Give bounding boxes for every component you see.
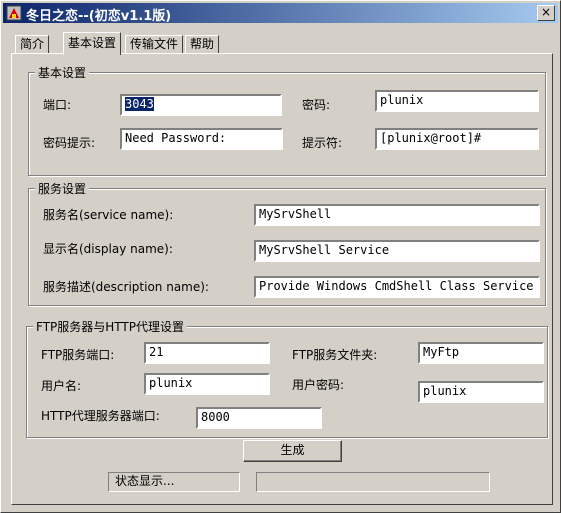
basic-settings-legend: 基本设置 <box>35 64 90 81</box>
http-proxy-port-field[interactable]: 8000 <box>196 407 322 429</box>
ftp-username-label: 用户名: <box>41 379 82 393</box>
ftp-folder-label: FTP服务文件夹: <box>292 348 378 362</box>
http-proxy-port-label: HTTP代理服务器端口: <box>41 409 160 423</box>
tab-intro[interactable]: 简介 <box>15 35 50 54</box>
main-window: 冬日之恋--(初恋v1.1版) × 简介 基本设置 传输文件 帮助 基本设置 端… <box>0 0 561 513</box>
generate-button[interactable]: 生成 <box>243 440 342 462</box>
ftp-port-field[interactable]: 21 <box>144 342 270 364</box>
status-label: 状态显示... <box>108 472 240 492</box>
ftp-password-label: 用户密码: <box>292 378 345 392</box>
tab-basic-settings[interactable]: 基本设置 <box>63 32 122 55</box>
service-description-label: 服务描述(description name): <box>43 280 209 294</box>
password-hint-field[interactable]: Need Password: <box>120 128 283 150</box>
ftp-password-field[interactable]: plunix <box>418 381 544 403</box>
tab-transfer-files[interactable]: 传输文件 <box>125 35 184 54</box>
password-hint-label: 密码提示: <box>43 136 96 150</box>
window-title: 冬日之恋--(初恋v1.1版) <box>26 9 172 24</box>
tab-help[interactable]: 帮助 <box>185 35 220 54</box>
port-label: 端口: <box>43 98 72 112</box>
service-name-label: 服务名(service name): <box>43 208 174 222</box>
display-name-label: 显示名(display name): <box>43 242 173 256</box>
prompt-label: 提示符: <box>302 136 343 150</box>
basic-settings-group: 基本设置 端口: 3043 密码: plunix 密码提示: Need Pass… <box>28 64 546 176</box>
ftp-username-field[interactable]: plunix <box>144 373 270 395</box>
prompt-field[interactable]: [plunix@root]# <box>375 128 539 150</box>
display-name-field[interactable]: MySrvShell Service <box>254 240 540 262</box>
tab-panel: 基本设置 端口: 3043 密码: plunix 密码提示: Need Pass… <box>11 53 553 505</box>
close-icon: × <box>540 5 552 19</box>
service-settings-group: 服务设置 服务名(service name): MySrvShell 显示名(d… <box>28 180 546 306</box>
password-field[interactable]: plunix <box>375 90 539 112</box>
service-description-field[interactable]: Provide Windows CmdShell Class Service <box>254 276 540 298</box>
ftp-folder-field[interactable]: MyFtp <box>418 342 544 364</box>
title-bar[interactable]: 冬日之恋--(初恋v1.1版) × <box>3 3 558 24</box>
close-button[interactable]: × <box>537 5 555 21</box>
status-display <box>256 472 490 492</box>
ftp-http-settings-group: FTP服务器与HTTP代理设置 FTP服务端口: 21 FTP服务文件夹: My… <box>26 318 548 438</box>
app-icon <box>6 5 22 21</box>
ftp-http-settings-legend: FTP服务器与HTTP代理设置 <box>33 318 187 335</box>
password-label: 密码: <box>302 98 331 112</box>
port-field[interactable]: 3043 <box>120 94 282 116</box>
service-name-field[interactable]: MySrvShell <box>254 204 540 226</box>
ftp-port-label: FTP服务端口: <box>41 348 115 362</box>
service-settings-legend: 服务设置 <box>35 180 90 197</box>
